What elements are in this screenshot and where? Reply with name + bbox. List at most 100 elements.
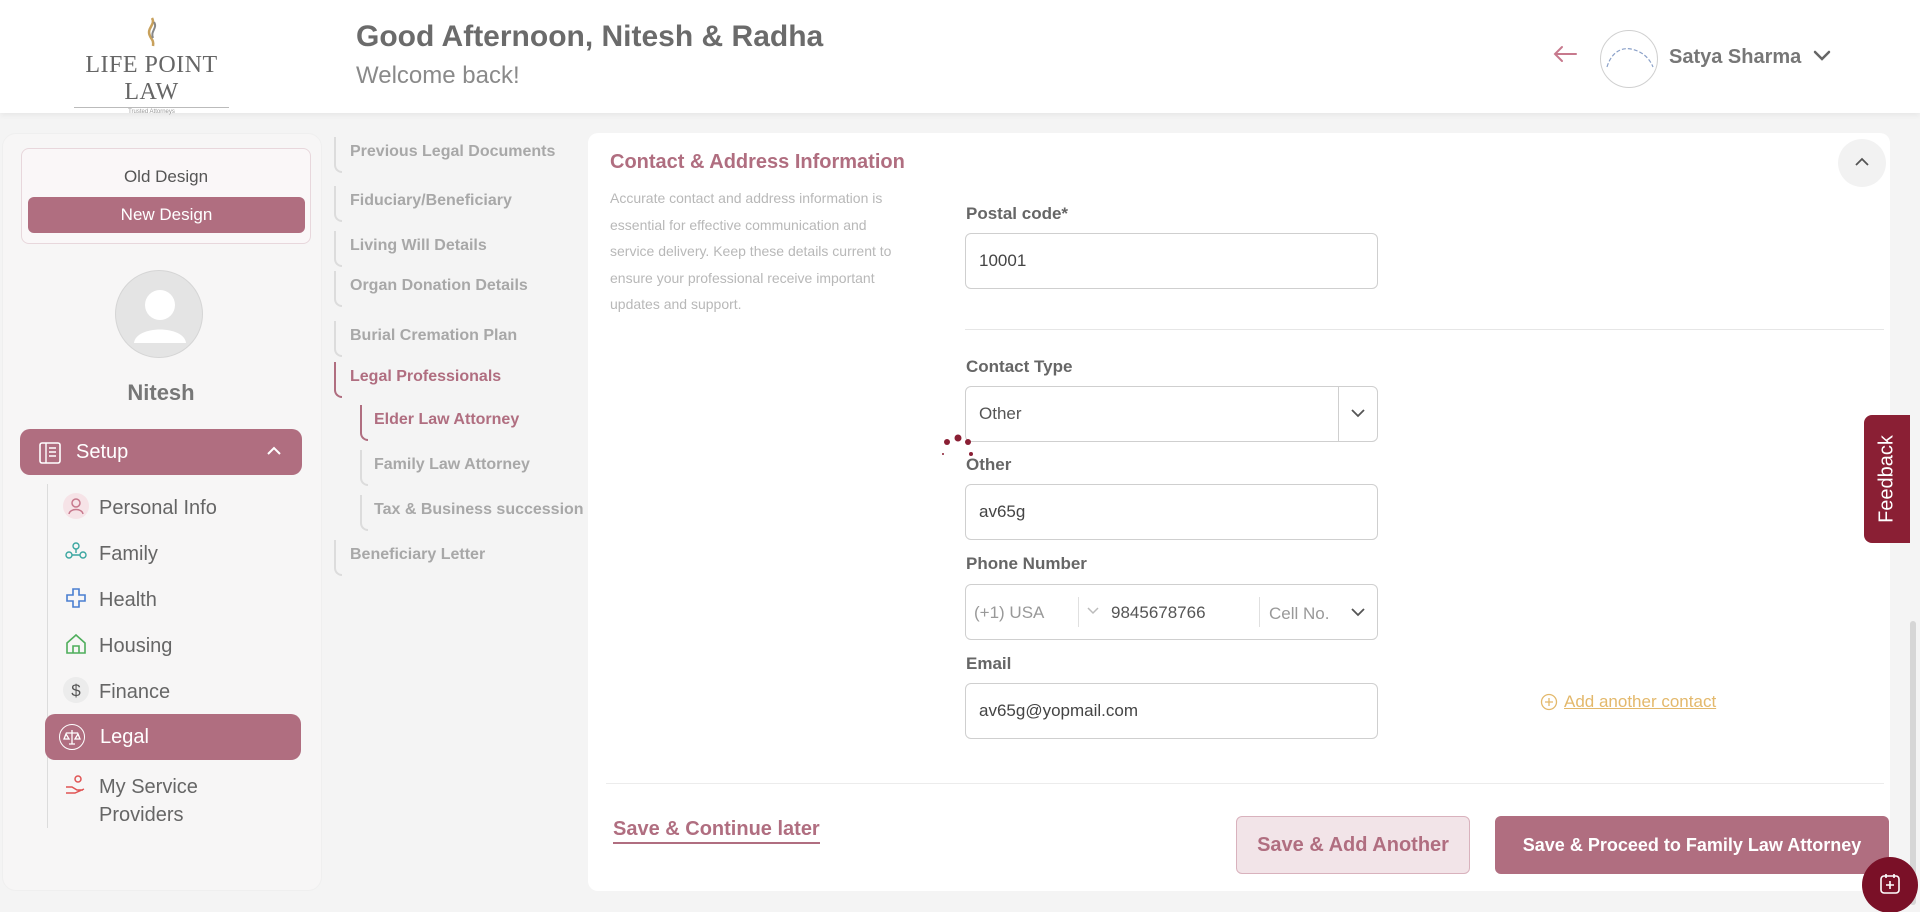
logo-text: LIFE POINT LAW	[85, 52, 218, 105]
avatar-placeholder-icon	[1606, 48, 1654, 68]
phone-number-input[interactable]: 9845678766	[1111, 603, 1206, 623]
calendar-add-fab[interactable]	[1862, 857, 1918, 912]
scales-icon	[59, 724, 85, 750]
step-label: Organ Donation Details	[350, 277, 528, 294]
service-provider-icon	[63, 772, 89, 798]
family-icon	[63, 539, 89, 565]
person-icon	[63, 493, 89, 519]
substep-label: Tax & Business succession	[374, 501, 584, 518]
phone-type-select[interactable]: Cell No.	[1269, 604, 1329, 624]
email-input[interactable]: av65g@yopmail.com	[965, 683, 1378, 739]
setup-label: Setup	[76, 441, 129, 463]
old-design-option[interactable]: Old Design	[22, 167, 310, 187]
step-previous-legal-documents[interactable]: Previous Legal Documents	[334, 137, 555, 175]
sidebar-item-label: Health	[99, 589, 157, 611]
house-icon	[63, 631, 89, 657]
step-burial-cremation-plan[interactable]: Burial Cremation Plan	[334, 321, 518, 359]
step-living-will-details[interactable]: Living Will Details	[334, 231, 487, 269]
new-design-button[interactable]: New Design	[28, 197, 305, 233]
other-input[interactable]: av65g	[965, 484, 1378, 540]
top-header: LIFE POINT LAW Trusted Attorneys Good Af…	[0, 0, 1920, 115]
substep-label: Elder Law Attorney	[374, 411, 520, 428]
section-description: Accurate contact and address information…	[610, 190, 892, 312]
legal-steps-nav: Previous Legal Documents Fiduciary/Benef…	[330, 135, 588, 576]
sidebar-item-family[interactable]: Family	[59, 531, 303, 571]
substep-tax-business-succession[interactable]: Tax & Business succession	[360, 495, 584, 531]
user-name[interactable]: Satya Sharma	[1669, 46, 1801, 69]
feedback-label: Feedback	[1875, 435, 1898, 523]
menu-guide-line	[47, 484, 48, 828]
user-avatar[interactable]	[1600, 30, 1658, 88]
section-divider	[965, 329, 1884, 330]
calendar-plus-icon	[1880, 874, 1900, 894]
sidebar-item-legal[interactable]: Legal	[45, 714, 301, 760]
chevron-up-icon	[267, 446, 281, 455]
substep-elder-law-attorney[interactable]: Elder Law Attorney	[360, 405, 520, 441]
sidebar-item-housing[interactable]: Housing	[59, 623, 303, 663]
add-another-contact-label: Add another contact	[1564, 692, 1717, 711]
collapse-section-button[interactable]	[1838, 139, 1886, 187]
other-label: Other	[966, 455, 1012, 474]
chevron-up-icon	[1855, 157, 1869, 166]
sidebar-item-label: Family	[99, 543, 158, 565]
logo-flame-icon	[147, 17, 156, 47]
phone-number-field[interactable]: (+1) USA 9845678766 Cell No.	[965, 584, 1378, 640]
save-proceed-button[interactable]: Save & Proceed to Family Law Attorney	[1495, 816, 1889, 874]
step-label: Legal Professionals	[350, 368, 502, 385]
left-sidebar: Old Design New Design Nitesh Setup Perso…	[2, 133, 322, 891]
add-another-contact-link[interactable]: Add another contact	[1540, 692, 1716, 712]
svg-text:$: $	[71, 681, 81, 700]
contact-form-panel: Contact & Address Information Accurate c…	[588, 133, 1890, 891]
postal-code-input[interactable]: 10001	[965, 233, 1378, 289]
step-beneficiary-letter[interactable]: Beneficiary Letter	[334, 540, 486, 578]
company-logo[interactable]: LIFE POINT LAW Trusted Attorneys	[64, 16, 239, 115]
step-label: Living Will Details	[350, 237, 487, 254]
chevron-down-icon	[1351, 608, 1365, 617]
section-title: Contact & Address Information	[610, 151, 905, 173]
chevron-down-icon[interactable]	[1812, 48, 1832, 64]
chevron-down-icon	[1351, 409, 1365, 418]
step-organ-donation-details[interactable]: Organ Donation Details	[334, 271, 528, 309]
substep-family-law-attorney[interactable]: Family Law Attorney	[360, 450, 530, 486]
profile-name: Nitesh	[127, 380, 195, 405]
contact-type-label: Contact Type	[966, 357, 1073, 376]
country-code-select[interactable]: (+1) USA	[974, 603, 1044, 623]
save-continue-later-link[interactable]: Save & Continue later	[613, 818, 820, 844]
save-add-another-button[interactable]: Save & Add Another	[1236, 816, 1470, 874]
sidebar-item-personal-info[interactable]: Personal Info	[59, 485, 303, 525]
sidebar-item-label: My Service Providers	[99, 776, 198, 826]
design-switcher: Old Design New Design	[21, 148, 311, 244]
user-silhouette-icon	[134, 290, 186, 343]
step-fiduciary-beneficiary[interactable]: Fiduciary/Beneficiary	[334, 186, 512, 224]
sidebar-item-label: Personal Info	[99, 497, 217, 519]
step-legal-professionals[interactable]: Legal Professionals	[334, 362, 502, 400]
feedback-tab[interactable]: Feedback	[1864, 415, 1910, 543]
contact-type-select[interactable]: Other	[965, 386, 1378, 442]
step-label: Fiduciary/Beneficiary	[350, 192, 512, 209]
setup-icon	[39, 442, 61, 464]
substep-label: Family Law Attorney	[374, 456, 530, 473]
welcome-subtitle: Welcome back!	[356, 62, 520, 89]
sidebar-item-label: Finance	[99, 681, 171, 703]
health-cross-icon	[63, 585, 89, 611]
greeting-title: Good Afternoon, Nitesh & Radha	[356, 20, 824, 53]
sidebar-item-finance[interactable]: $ Finance	[59, 669, 303, 709]
dollar-icon: $	[63, 677, 89, 703]
setup-menu-toggle[interactable]: Setup	[20, 429, 302, 475]
sidebar-item-label: Housing	[99, 635, 173, 657]
step-label: Burial Cremation Plan	[350, 327, 518, 344]
sidebar-item-my-service-providers[interactable]: My Service Providers	[59, 764, 303, 826]
phone-number-label: Phone Number	[966, 554, 1087, 573]
contact-type-value: Other	[979, 404, 1022, 423]
postal-code-label: Postal code*	[966, 204, 1069, 223]
page-scrollbar[interactable]	[1908, 135, 1918, 905]
step-label: Beneficiary Letter	[350, 546, 486, 563]
scrollbar-thumb[interactable]	[1910, 621, 1916, 905]
profile-avatar[interactable]	[115, 270, 203, 358]
chevron-down-icon	[1087, 607, 1099, 615]
sidebar-item-health[interactable]: Health	[59, 577, 303, 617]
sidebar-item-label: Legal	[100, 726, 149, 748]
email-label: Email	[966, 654, 1012, 673]
footer-divider	[606, 783, 1884, 784]
back-arrow-icon[interactable]	[1552, 45, 1578, 63]
